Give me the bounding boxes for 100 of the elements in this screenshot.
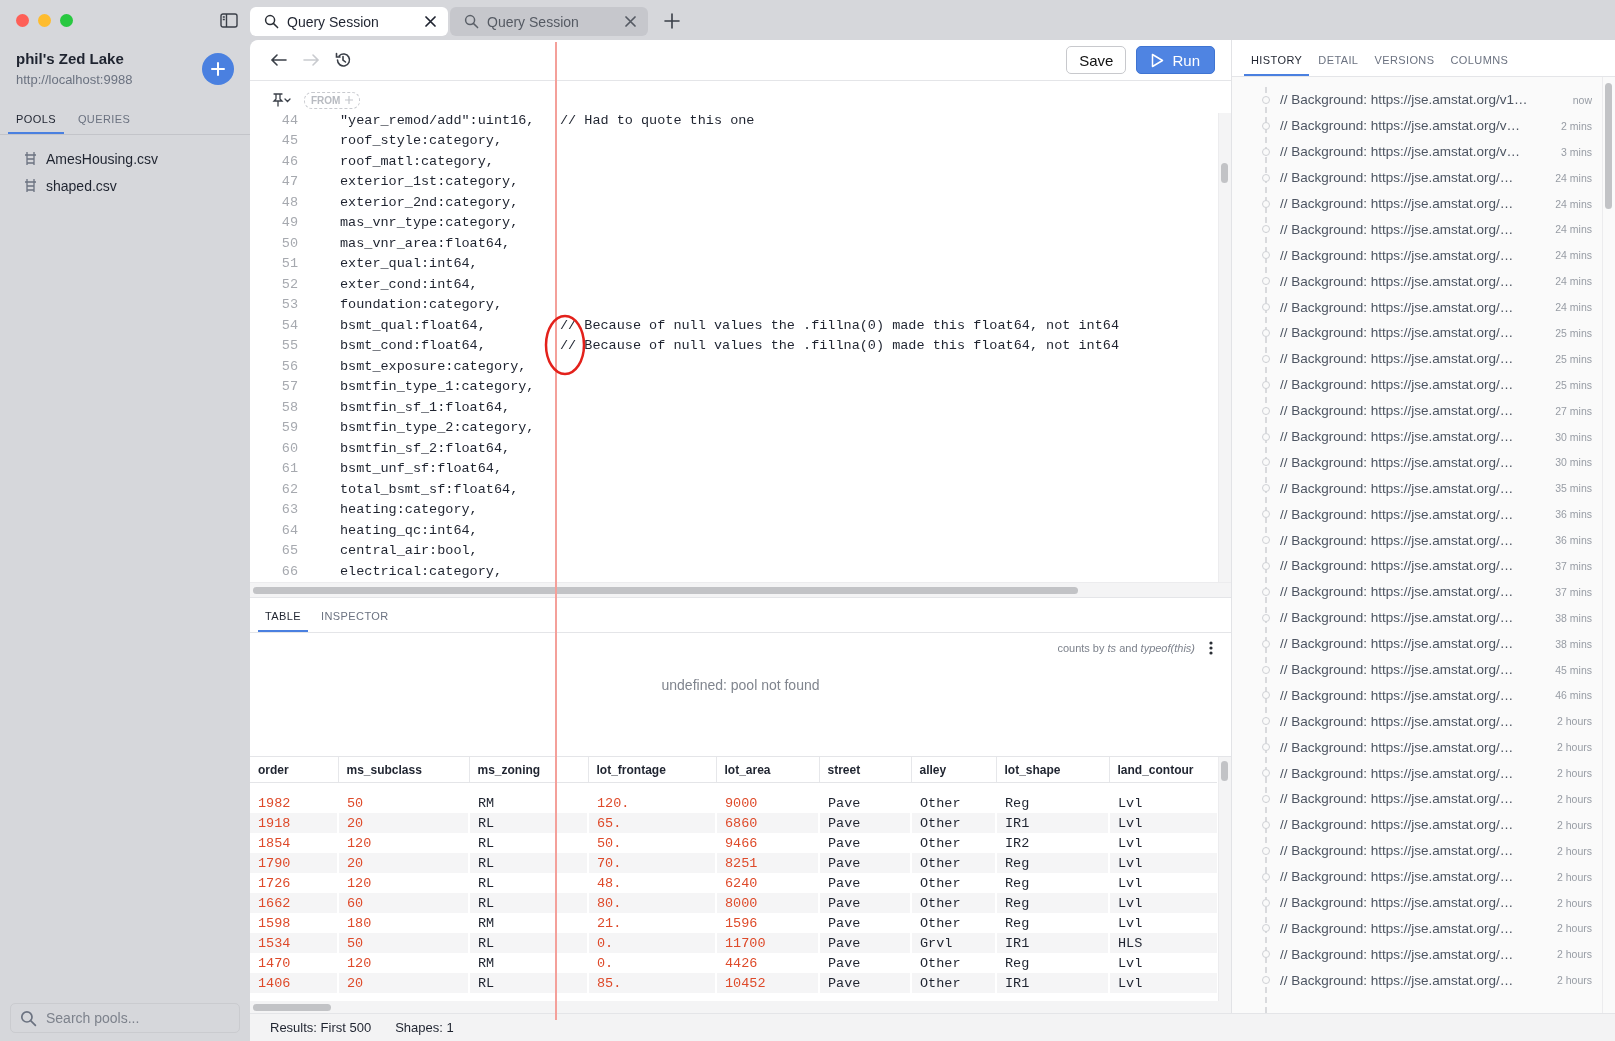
history-item[interactable]: // Background: https://jse.amstat.org/… — [1280, 429, 1550, 444]
history-item[interactable]: // Background: https://jse.amstat.org/v… — [1280, 118, 1556, 134]
scrollbar-thumb[interactable] — [253, 1003, 331, 1011]
pin-icon[interactable] — [272, 93, 292, 107]
new-tab-icon[interactable] — [664, 13, 680, 29]
table-cell: Reg — [996, 853, 1109, 873]
history-item[interactable]: // Background: https://jse.amstat.org/… — [1280, 325, 1550, 341]
timeline-dot — [1262, 277, 1270, 286]
history-item[interactable]: // Background: https://jse.amstat.org/v1… — [1280, 92, 1567, 108]
column-header[interactable]: lot_area — [716, 757, 819, 783]
table-cell: Reg — [996, 893, 1109, 913]
history-item[interactable]: // Background: https://jse.amstat.org/… — [1280, 920, 1551, 936]
annotation-circle — [544, 314, 586, 376]
close-window-button[interactable] — [16, 13, 29, 27]
history-item[interactable]: // Background: https://jse.amstat.org/… — [1280, 972, 1551, 988]
history-item[interactable]: // Background: https://jse.amstat.org/… — [1280, 377, 1550, 393]
column-header[interactable]: ms_zoning — [469, 757, 588, 783]
code-text: mas_vnr_type:category, — [340, 214, 520, 232]
line-number: 49 — [280, 214, 298, 232]
history-item[interactable]: // Background: https://jse.amstat.org/… — [1280, 299, 1550, 315]
history-item[interactable]: // Background: https://jse.amstat.org/… — [1280, 480, 1550, 496]
plus-icon — [210, 60, 226, 77]
query-tab[interactable]: Query Session — [250, 7, 448, 36]
column-header[interactable]: street — [819, 757, 911, 783]
results-tab[interactable]: INSPECTOR — [314, 610, 396, 632]
history-item[interactable]: // Background: https://jse.amstat.org/… — [1280, 454, 1550, 470]
table-cell: 6860 — [716, 813, 819, 833]
history-item[interactable]: // Background: https://jse.amstat.org/… — [1280, 739, 1551, 755]
sidebar-tab[interactable]: QUERIES — [69, 105, 139, 134]
history-item[interactable]: // Background: https://jse.amstat.org/… — [1280, 247, 1550, 263]
search-icon — [264, 14, 279, 29]
add-button[interactable] — [202, 52, 234, 85]
table-cell: RL — [469, 893, 588, 913]
table-cell: Other — [911, 893, 996, 913]
history-item[interactable]: // Background: https://jse.amstat.org/… — [1280, 403, 1550, 419]
history-item[interactable]: // Background: https://jse.amstat.org/… — [1280, 687, 1550, 703]
history-item[interactable]: // Background: https://jse.amstat.org/… — [1280, 196, 1550, 211]
table-cell: Lvl — [1109, 813, 1218, 833]
history-item[interactable]: // Background: https://jse.amstat.org/… — [1280, 765, 1551, 781]
history-item[interactable]: // Background: https://jse.amstat.org/… — [1280, 532, 1550, 548]
history-item[interactable]: // Background: https://jse.amstat.org/… — [1280, 662, 1550, 678]
column-header[interactable]: lot_shape — [996, 757, 1109, 783]
history-item[interactable]: // Background: https://jse.amstat.org/… — [1280, 946, 1551, 962]
column-header[interactable]: lot_frontage — [588, 757, 716, 783]
history-item[interactable]: // Background: https://jse.amstat.org/v… — [1280, 144, 1556, 160]
panel-tab[interactable]: DETAIL — [1311, 54, 1366, 76]
history-item[interactable]: // Background: https://jse.amstat.org/… — [1280, 558, 1550, 574]
table-cell: Lvl — [1109, 893, 1218, 913]
history-item[interactable]: // Background: https://jse.amstat.org/… — [1280, 273, 1550, 289]
panel-tab[interactable]: COLUMNS — [1443, 54, 1516, 76]
more-menu-button[interactable] — [1209, 641, 1213, 655]
save-button[interactable]: Save — [1066, 46, 1127, 74]
ladder-icon — [24, 178, 37, 193]
nav-button[interactable] — [334, 51, 352, 69]
history-item[interactable]: // Background: https://jse.amstat.org/… — [1280, 506, 1550, 522]
history-item[interactable]: // Background: https://jse.amstat.org/… — [1280, 221, 1550, 237]
scrollbar-thumb[interactable] — [1221, 761, 1228, 781]
line-number: 46 — [280, 152, 298, 171]
sidebar-toggle-icon[interactable] — [220, 12, 238, 28]
history-item[interactable]: // Background: https://jse.amstat.org/… — [1280, 170, 1550, 186]
history-item[interactable]: // Background: https://jse.amstat.org/… — [1280, 817, 1551, 833]
history-time: 2 hours — [1556, 896, 1592, 909]
close-icon[interactable] — [425, 16, 436, 27]
table-cell: Pave — [819, 933, 911, 953]
scrollbar-thumb[interactable] — [1221, 163, 1228, 183]
scrollbar-thumb[interactable] — [1605, 83, 1612, 209]
results-tab[interactable]: TABLE — [258, 610, 309, 632]
history-item[interactable]: // Background: https://jse.amstat.org/… — [1280, 713, 1551, 729]
scrollbar-thumb[interactable] — [253, 586, 1078, 594]
caption-text: counts by ts and typeof(this) — [1057, 642, 1195, 654]
history-time: 2 hours — [1556, 767, 1592, 780]
history-item[interactable]: // Background: https://jse.amstat.org/… — [1280, 895, 1551, 911]
search-field[interactable]: Search pools... — [10, 1003, 240, 1033]
query-tab[interactable]: Query Session — [450, 7, 648, 36]
pool-item[interactable]: shaped.csv — [46, 177, 117, 194]
panel-tab[interactable]: VERSIONS — [1367, 54, 1442, 76]
nav-button[interactable] — [270, 52, 288, 68]
run-button[interactable]: Run — [1136, 46, 1215, 74]
history-item[interactable]: // Background: https://jse.amstat.org/… — [1280, 843, 1551, 859]
history-time: 2 hours — [1556, 974, 1592, 987]
history-item[interactable]: // Background: https://jse.amstat.org/… — [1280, 351, 1550, 367]
history-item[interactable]: // Background: https://jse.amstat.org/… — [1280, 791, 1551, 807]
timeline-dot — [1262, 846, 1270, 855]
history-time: 38 mins — [1555, 611, 1592, 624]
history-time: now — [1572, 93, 1592, 106]
history-item[interactable]: // Background: https://jse.amstat.org/… — [1280, 610, 1550, 626]
column-header[interactable]: order — [250, 757, 338, 783]
history-item[interactable]: // Background: https://jse.amstat.org/… — [1280, 636, 1550, 652]
line-number: 60 — [280, 439, 298, 458]
pool-item[interactable]: AmesHousing.csv — [46, 150, 159, 167]
table-cell: RL — [469, 973, 588, 993]
column-header[interactable]: ms_subclass — [338, 757, 469, 783]
column-header[interactable]: alley — [911, 757, 996, 783]
table-cell: IR1 — [996, 933, 1109, 953]
table-cell: 20 — [338, 813, 469, 833]
history-item[interactable]: // Background: https://jse.amstat.org/… — [1280, 869, 1551, 885]
history-item[interactable]: // Background: https://jse.amstat.org/… — [1280, 584, 1550, 600]
code-text: bsmtfin_type_1:category, — [340, 378, 536, 396]
play-icon — [1151, 52, 1165, 68]
sidebar-tab[interactable]: POOLS — [8, 105, 64, 134]
